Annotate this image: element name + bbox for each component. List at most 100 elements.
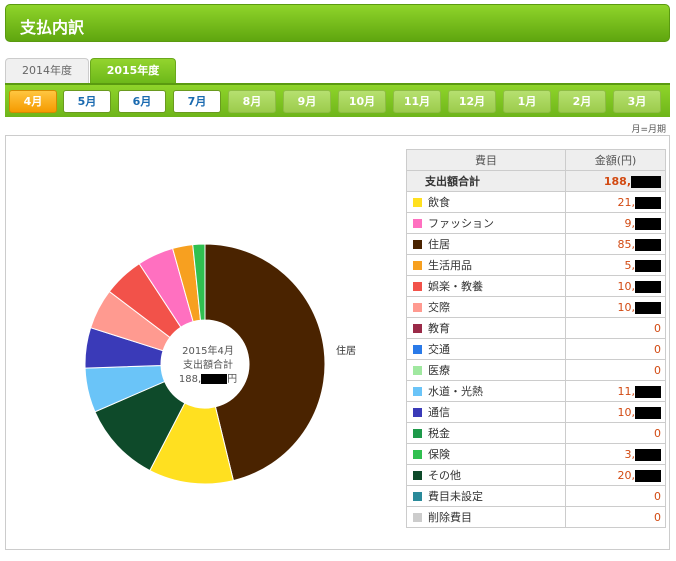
category-row: 交際 10, bbox=[406, 296, 666, 318]
category-amount-value: 0 bbox=[654, 321, 661, 335]
category-label: ファッション bbox=[428, 217, 494, 230]
category-amount-value: 0 bbox=[654, 426, 661, 440]
redaction-block bbox=[635, 448, 661, 461]
month-tab-11: 2月 bbox=[558, 90, 606, 113]
category-name: 住居 bbox=[406, 233, 566, 255]
category-amount: 0 bbox=[565, 485, 666, 507]
category-amount-value: 21, bbox=[617, 195, 636, 209]
category-label: 医療 bbox=[428, 364, 450, 377]
category-row: 飲食 21, bbox=[406, 191, 666, 213]
category-row: 住居 85, bbox=[406, 233, 666, 255]
category-label: 交通 bbox=[428, 343, 450, 356]
category-label: 飲食 bbox=[428, 196, 450, 209]
redaction-block bbox=[635, 196, 661, 209]
category-name: 交通 bbox=[406, 338, 566, 360]
donut-center-text: 2015年4月 支出額合計 188, 円 bbox=[165, 345, 251, 387]
category-amount: 11, bbox=[565, 380, 666, 402]
tab-year-2014[interactable]: 2014年度 bbox=[5, 58, 89, 83]
category-color-swatch bbox=[413, 429, 422, 438]
category-amount-value: 10, bbox=[617, 405, 636, 419]
month-tab-9: 12月 bbox=[448, 90, 496, 113]
category-amount: 0 bbox=[565, 506, 666, 528]
category-amount-value: 20, bbox=[617, 468, 636, 482]
category-name: 税金 bbox=[406, 422, 566, 444]
redaction-block bbox=[635, 385, 661, 398]
category-color-swatch bbox=[413, 324, 422, 333]
category-name: 保険 bbox=[406, 443, 566, 465]
category-label: 削除費目 bbox=[428, 511, 472, 524]
category-color-swatch bbox=[413, 219, 422, 228]
category-row: 娯楽・教養 10, bbox=[406, 275, 666, 297]
total-amount: 188, bbox=[565, 170, 666, 192]
month-tab-6: 9月 bbox=[283, 90, 331, 113]
category-name: 教育 bbox=[406, 317, 566, 339]
category-amount-value: 85, bbox=[617, 237, 636, 251]
redaction-block bbox=[635, 238, 661, 251]
category-color-swatch bbox=[413, 366, 422, 375]
month-tab-4[interactable]: 7月 bbox=[173, 90, 221, 113]
category-row: 水道・光熱 11, bbox=[406, 380, 666, 402]
page-title: 支払内訳 bbox=[20, 18, 85, 37]
category-name: 飲食 bbox=[406, 191, 566, 213]
center-caption: 支出額合計 bbox=[183, 360, 233, 371]
month-tab-3[interactable]: 6月 bbox=[118, 90, 166, 113]
page-header: 支払内訳 bbox=[5, 4, 670, 42]
category-color-swatch bbox=[413, 303, 422, 312]
category-amount: 20, bbox=[565, 464, 666, 486]
center-date: 2015年4月 bbox=[182, 346, 234, 357]
month-tab-10: 1月 bbox=[503, 90, 551, 113]
redaction-block bbox=[635, 469, 661, 482]
col-category-header: 費目 bbox=[406, 149, 566, 171]
category-amount: 5, bbox=[565, 254, 666, 276]
category-row: 生活用品 5, bbox=[406, 254, 666, 276]
redaction-block bbox=[635, 406, 661, 419]
redaction-block bbox=[635, 301, 661, 314]
redaction-block bbox=[635, 217, 661, 230]
category-amount-value: 5, bbox=[624, 258, 636, 272]
category-row: 保険 3, bbox=[406, 443, 666, 465]
total-label: 支出額合計 bbox=[406, 170, 566, 192]
category-amount: 9, bbox=[565, 212, 666, 234]
category-color-swatch bbox=[413, 387, 422, 396]
category-color-swatch bbox=[413, 282, 422, 291]
category-color-swatch bbox=[413, 345, 422, 354]
category-label: 娯楽・教養 bbox=[428, 280, 483, 293]
category-label: その他 bbox=[428, 469, 461, 482]
category-row: 交通 0 bbox=[406, 338, 666, 360]
category-amount-value: 0 bbox=[654, 363, 661, 377]
month-tab-2[interactable]: 5月 bbox=[63, 90, 111, 113]
category-label: 保険 bbox=[428, 448, 450, 461]
category-color-swatch bbox=[413, 513, 422, 522]
total-row: 支出額合計 188, bbox=[406, 170, 666, 192]
category-label: 費目未設定 bbox=[428, 490, 483, 503]
slice-label-housing: 住居 bbox=[336, 346, 356, 357]
category-color-swatch bbox=[413, 240, 422, 249]
col-amount-header: 金額(円) bbox=[565, 149, 666, 171]
category-name: 娯楽・教養 bbox=[406, 275, 566, 297]
category-row: 医療 0 bbox=[406, 359, 666, 381]
month-tab-5: 8月 bbox=[228, 90, 276, 113]
category-label: 交際 bbox=[428, 301, 450, 314]
center-total-prefix: 188, bbox=[178, 374, 202, 385]
category-name: 交際 bbox=[406, 296, 566, 318]
category-amount: 21, bbox=[565, 191, 666, 213]
category-name: 通信 bbox=[406, 401, 566, 423]
category-amount: 10, bbox=[565, 296, 666, 318]
category-name: 費目未設定 bbox=[406, 485, 566, 507]
category-name: ファッション bbox=[406, 212, 566, 234]
center-total: 188, 円 bbox=[165, 373, 251, 387]
category-amount: 0 bbox=[565, 338, 666, 360]
category-amount-value: 11, bbox=[617, 384, 636, 398]
category-amount-value: 0 bbox=[654, 489, 661, 503]
category-amount: 0 bbox=[565, 422, 666, 444]
category-label: 住居 bbox=[428, 238, 450, 251]
category-row: 通信 10, bbox=[406, 401, 666, 423]
category-amount: 85, bbox=[565, 233, 666, 255]
category-label: 通信 bbox=[428, 406, 450, 419]
category-row: 削除費目 0 bbox=[406, 506, 666, 528]
month-tab-12: 3月 bbox=[613, 90, 661, 113]
category-color-swatch bbox=[413, 408, 422, 417]
month-tab-1[interactable]: 4月 bbox=[9, 90, 57, 113]
tab-year-2015[interactable]: 2015年度 bbox=[90, 58, 176, 83]
category-name: 削除費目 bbox=[406, 506, 566, 528]
